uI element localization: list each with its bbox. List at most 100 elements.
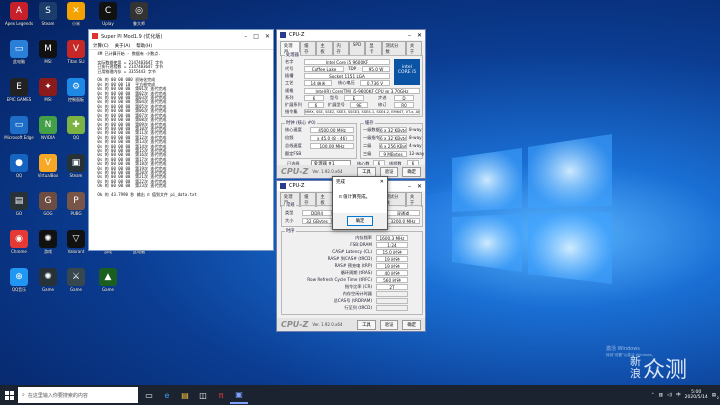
cache-label: 一级数据 — [363, 127, 380, 132]
menu-help[interactable]: 帮助(H) — [136, 43, 152, 49]
cpuz-taskbar-icon[interactable]: ▣ — [230, 386, 248, 404]
task-view-icon[interactable]: ▭ — [140, 386, 158, 404]
tray-chevron-icon[interactable]: ⌃ — [651, 393, 655, 398]
extfamily-value: 6 — [308, 102, 324, 108]
timing-label: CAS# Latency (CL) — [332, 249, 372, 254]
desktop-icon[interactable]: V Titan SLI — [61, 40, 91, 64]
desktop-icon[interactable]: ✺ Game — [33, 268, 63, 292]
desktop-icon[interactable]: ◉ Chrome — [4, 230, 34, 254]
menu-about[interactable]: 关于(A) — [115, 43, 131, 49]
cpuz-app-icon — [280, 32, 286, 38]
desktop-icon[interactable]: P PUBG — [61, 192, 91, 216]
codename-label: 代号 — [285, 66, 294, 71]
timing-group: 时序 内存频率 1600.3 MHz FSB:DRAM 1:24 CAS# Latenc… — [281, 228, 423, 315]
finish-dialog: 完成 ✕ π 值计算完成。 确定 — [332, 176, 388, 230]
desktop-icon[interactable]: ✺ 游戏 — [33, 230, 63, 254]
tab-memory[interactable]: 内存 — [332, 41, 349, 56]
name-value: Intel Core i5 9600KF — [304, 59, 390, 65]
search-box[interactable]: ⌕ 在这里输入你要搜索的内容 — [18, 387, 138, 403]
desktop-icon[interactable]: V VirtualBox — [33, 154, 63, 178]
ok-button[interactable]: 确定 — [402, 319, 421, 330]
desktop-icon[interactable]: ● QQ — [4, 154, 34, 178]
desktop-icon[interactable]: E EPIC GAMES — [4, 78, 34, 102]
desktop-icon[interactable]: ⊕ QQ音乐 — [4, 268, 34, 292]
desktop-icon[interactable]: ▤ GO — [4, 192, 34, 216]
store-icon[interactable]: ◫ — [194, 386, 212, 404]
close-icon[interactable]: ✕ — [417, 32, 422, 39]
desktop-icon[interactable]: A Apex Legends — [4, 2, 34, 26]
close-icon[interactable]: ✕ — [380, 179, 384, 185]
app-icon: ◉ — [10, 230, 28, 248]
desktop-icon[interactable]: ▭ 此电脑 — [4, 40, 34, 64]
desktop-icon-label: VirtualBox — [37, 173, 59, 178]
desktop-icon[interactable]: ✕ 小米 — [61, 2, 91, 26]
revision-value: R0 — [394, 102, 414, 108]
desktop-icon[interactable]: C Uplay — [93, 2, 123, 26]
desktop-icon[interactable]: ⚔ Game — [61, 268, 91, 292]
file-explorer-icon[interactable]: ▤ — [176, 386, 194, 404]
tab-bench[interactable]: 测试分数 — [381, 41, 406, 56]
tab-cache[interactable]: 缓存 — [300, 41, 317, 56]
desktop-icon-label: 此电脑 — [13, 59, 25, 64]
desktop-icon[interactable]: S Steam — [33, 2, 63, 26]
app-icon: ⊕ — [10, 268, 28, 286]
desktop-icon[interactable]: ◎ 鲁大师 — [124, 2, 154, 26]
timing-label: 总CAS号 (tRDRAM) — [333, 298, 372, 303]
start-button[interactable] — [0, 386, 18, 404]
desktop-icon[interactable]: ▲ Game — [93, 268, 123, 292]
edge-icon[interactable]: e — [158, 386, 176, 404]
minimize-icon[interactable]: – — [408, 32, 411, 39]
close-icon[interactable]: ✕ — [417, 183, 422, 190]
ok-button[interactable]: 确定 — [402, 166, 421, 177]
tab-about[interactable]: 关于 — [405, 41, 422, 56]
maximize-icon[interactable]: □ — [253, 33, 259, 40]
tools-button[interactable]: 工具 — [357, 319, 376, 330]
cache-group: 缓存 一级数据 6 x 32 KBytes 8-way 一级指令 6 x 32 KByt… — [360, 120, 424, 159]
menu-calc[interactable]: 计算(C) — [93, 43, 109, 49]
validate-button[interactable]: 验证 — [379, 166, 399, 177]
tab-spd[interactable]: SPD — [348, 41, 366, 56]
notification-icon[interactable]: ▤ 2 — [712, 393, 719, 400]
size-label: 大小 — [285, 218, 294, 223]
ime-indicator[interactable]: 中 — [676, 392, 681, 398]
minimize-icon[interactable]: – — [408, 183, 411, 190]
desktop-icon-label: Titan SLI — [67, 59, 85, 64]
superpi-titlebar[interactable]: Super PI Mod1.9 (优化版) – □ ✕ — [89, 30, 273, 42]
tools-button[interactable]: 工具 — [357, 166, 376, 177]
desktop-icon[interactable]: ⚙ 控制面板 — [61, 78, 91, 102]
minimize-icon[interactable]: – — [244, 33, 247, 40]
dialog-message: π 值计算完成。 — [339, 195, 371, 200]
app-icon: ✺ — [39, 230, 57, 248]
tab-mainboard[interactable]: 主板 — [316, 41, 333, 56]
superpi-taskbar-icon[interactable]: π — [212, 386, 230, 404]
tab-graphics[interactable]: 显卡 — [365, 41, 382, 56]
desktop-icon-label: Game — [42, 287, 54, 292]
network-icon[interactable]: ▥ — [659, 393, 663, 398]
cpuz-cpu-titlebar[interactable]: CPU-Z – ✕ — [277, 30, 425, 40]
dialog-ok-button[interactable]: 确定 — [346, 216, 374, 226]
close-icon[interactable]: ✕ — [265, 33, 270, 40]
desktop-icon-label: Chrome — [11, 249, 27, 254]
desktop-icon[interactable]: ▽ Valorant — [61, 230, 91, 254]
cache-value: 6 x 32 KBytes — [379, 135, 407, 141]
desktop-icon[interactable]: G GOG — [33, 192, 63, 216]
cpuz-version: Ver. 1.92.0.x64 — [312, 169, 343, 174]
desktop-icon[interactable]: ▣ Steam — [61, 154, 91, 178]
desktop-icon-label: Microsoft Edge — [4, 135, 34, 140]
dialog-titlebar[interactable]: 完成 ✕ — [333, 177, 387, 186]
timing-label: Row Refresh Cycle Time (tRFC) — [307, 277, 372, 282]
validate-button[interactable]: 验证 — [379, 319, 399, 330]
desktop-icon-label: Apex Legends — [4, 21, 34, 26]
desktop-icon[interactable]: M MSI — [33, 40, 63, 64]
desktop-icon[interactable]: N NVIDIA — [33, 116, 63, 140]
clock[interactable]: 5:00 2020/5/14 — [685, 390, 708, 400]
cache-label: 一级指令 — [363, 135, 380, 140]
volume-icon[interactable]: ◁) — [667, 393, 672, 398]
desktop-icon[interactable]: ✚ QQ — [61, 116, 91, 140]
desktop-icon[interactable]: ✦ MSI — [33, 78, 63, 102]
size-value: 32 GBytes — [302, 218, 332, 224]
desktop-icon-label: 游戏 — [44, 249, 52, 254]
extmodel-value: 9E — [350, 102, 368, 108]
app-icon: ▣ — [67, 154, 85, 172]
desktop-icon[interactable]: ▭ Microsoft Edge — [4, 116, 34, 140]
